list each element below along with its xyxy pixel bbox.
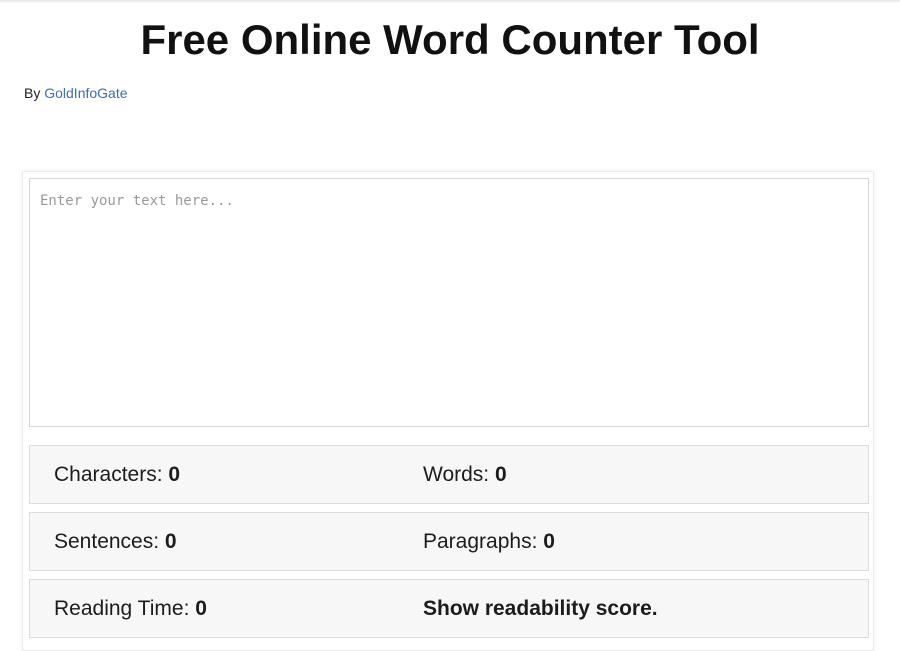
top-divider [0, 0, 900, 3]
words-label: Words: [423, 463, 490, 486]
sentences-stat: Sentences: 0 [54, 513, 177, 570]
reading-time-stat: Reading Time: 0 [54, 580, 207, 637]
show-readability-link[interactable]: Show readability score. [423, 580, 658, 637]
stats-row-sentences-paragraphs: Sentences: 0 Paragraphs: 0 [29, 512, 869, 571]
byline-prefix: By [24, 85, 41, 101]
text-input[interactable] [29, 178, 869, 427]
paragraphs-count: 0 [543, 530, 555, 553]
characters-stat: Characters: 0 [54, 446, 180, 503]
reading-time-value: 0 [195, 597, 207, 620]
byline: By GoldInfoGate [24, 85, 128, 101]
author-link[interactable]: GoldInfoGate [44, 85, 127, 101]
words-stat: Words: 0 [423, 446, 507, 503]
paragraphs-label: Paragraphs: [423, 530, 538, 553]
stats-row-reading-readability: Reading Time: 0 Show readability score. [29, 579, 869, 638]
paragraphs-stat: Paragraphs: 0 [423, 513, 555, 570]
characters-count: 0 [168, 463, 181, 486]
sentences-count: 0 [164, 530, 177, 553]
page-title: Free Online Word Counter Tool [140, 16, 760, 63]
word-counter-card: Characters: 0 Words: 0 Sentences: 0 Para… [22, 171, 874, 651]
words-count: 0 [494, 463, 507, 486]
characters-label: Characters: [54, 463, 163, 486]
reading-time-label: Reading Time: [54, 597, 190, 620]
sentences-label: Sentences: [54, 530, 160, 553]
stats-row-characters-words: Characters: 0 Words: 0 [29, 445, 869, 504]
